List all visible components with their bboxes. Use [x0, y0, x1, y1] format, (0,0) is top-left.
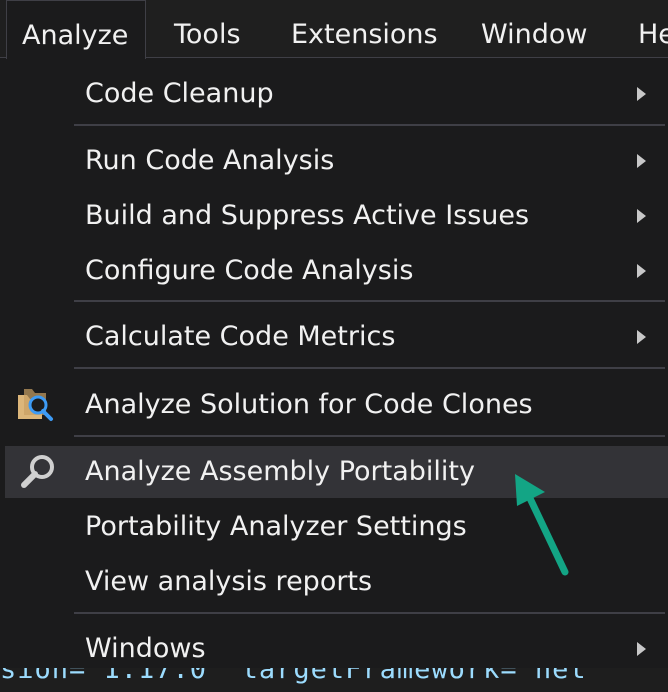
menu-item-calculate-code-metrics[interactable]: Calculate Code Metrics — [0, 311, 668, 363]
menu-item-label: View analysis reports — [85, 566, 373, 597]
menu-separator — [74, 612, 665, 614]
annotation-arrow-icon — [515, 474, 569, 576]
menu-item-build-and-suppress[interactable]: Build and Suppress Active Issues — [0, 190, 668, 242]
menu-item-label: Analyze Solution for Code Clones — [85, 389, 533, 420]
menu-item-run-code-analysis[interactable]: Run Code Analysis — [0, 135, 668, 187]
menu-extensions[interactable]: Extensions — [291, 0, 438, 58]
menu-item-label: Calculate Code Metrics — [85, 321, 396, 352]
menu-item-configure-code-analysis[interactable]: Configure Code Analysis — [0, 245, 668, 297]
submenu-arrow-icon — [637, 642, 646, 656]
menu-item-label: Configure Code Analysis — [85, 255, 414, 286]
menu-help[interactable]: He — [638, 0, 668, 58]
code-clones-icon — [16, 385, 54, 427]
menu-item-label: Code Cleanup — [85, 78, 274, 109]
menu-item-code-cleanup[interactable]: Code Cleanup — [0, 68, 668, 120]
code-editor-strip: sion= 1.17.0 targetFramework= net — [0, 668, 668, 692]
menu-item-analyze-code-clones[interactable]: Analyze Solution for Code Clones — [0, 379, 668, 431]
submenu-arrow-icon — [637, 87, 646, 101]
submenu-arrow-icon — [637, 154, 646, 168]
submenu-arrow-icon — [637, 209, 646, 223]
menu-item-label: Build and Suppress Active Issues — [85, 200, 530, 231]
menu-separator — [74, 367, 665, 369]
menu-bar: Analyze Tools Extensions Window He — [0, 0, 668, 59]
code-line: sion= 1.17.0 targetFramework= net — [0, 668, 587, 685]
submenu-arrow-icon — [637, 264, 646, 278]
menu-separator — [74, 300, 665, 302]
menu-separator — [74, 124, 665, 126]
submenu-arrow-icon — [637, 330, 646, 344]
menu-item-label: Run Code Analysis — [85, 145, 335, 176]
menu-separator — [74, 435, 665, 437]
menu-item-label: Analyze Assembly Portability — [85, 456, 475, 487]
menu-item-label: Portability Analyzer Settings — [85, 511, 467, 542]
menu-analyze[interactable]: Analyze — [6, 0, 146, 59]
menu-tools[interactable]: Tools — [174, 0, 241, 58]
magnifier-icon — [20, 454, 56, 494]
menu-window[interactable]: Window — [481, 0, 587, 58]
